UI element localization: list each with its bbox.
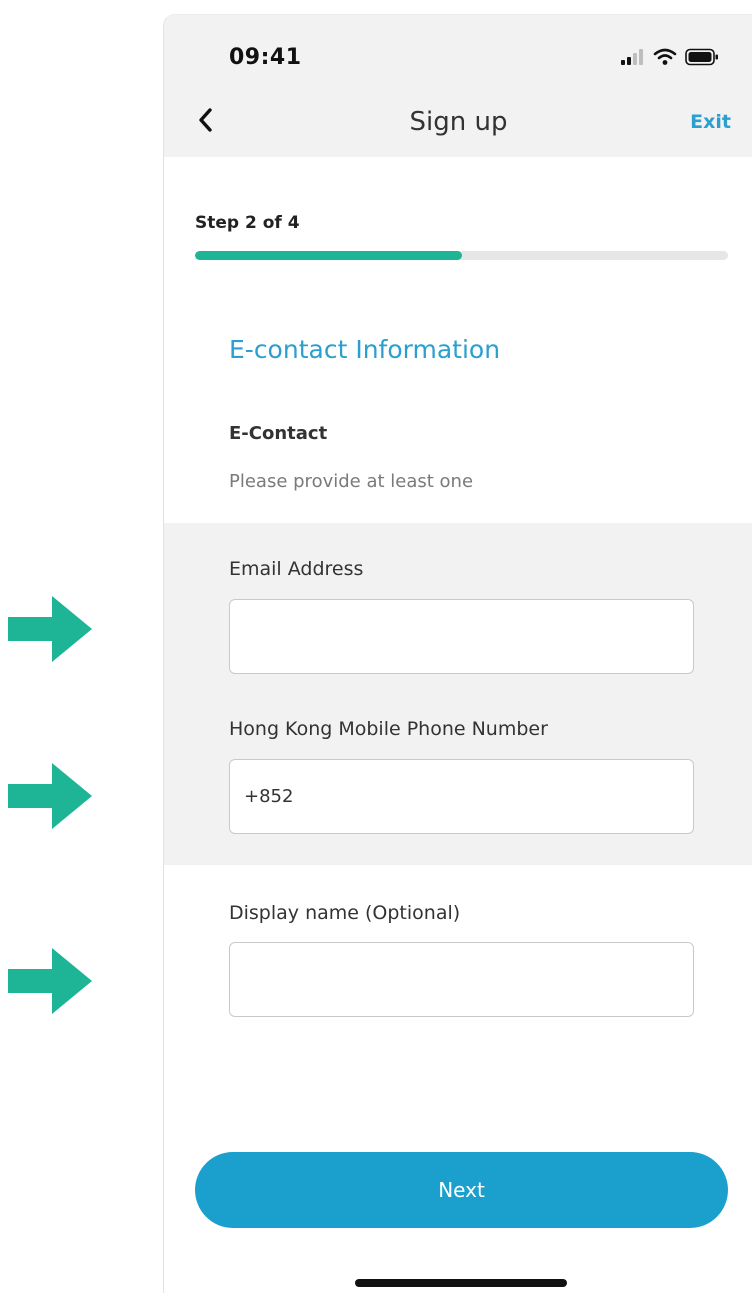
progress-bar [195, 251, 728, 260]
annotation-arrow-icon [8, 763, 92, 829]
email-field[interactable] [229, 599, 694, 674]
next-button[interactable]: Next [195, 1152, 728, 1228]
wifi-icon [653, 48, 677, 65]
annotation-arrow-icon [8, 596, 92, 662]
phone-screen: 09:41 Sign up Exit Step 2 of 4 E-contact… [163, 14, 752, 1293]
battery-icon [685, 48, 718, 66]
screenshot-stage: 09:41 Sign up Exit Step 2 of 4 E-contact… [0, 0, 752, 1293]
email-field-label: Email Address [229, 558, 364, 580]
header-area: 09:41 Sign up Exit [164, 15, 752, 157]
progress-bar-fill [195, 251, 462, 260]
cellular-signal-icon [621, 49, 643, 65]
econtact-group-label: E-Contact [229, 423, 328, 444]
step-indicator: Step 2 of 4 [195, 213, 300, 233]
annotation-arrow-icon [8, 948, 92, 1014]
helper-text: Please provide at least one [229, 471, 474, 492]
status-icons [621, 48, 719, 66]
page-title: Sign up [409, 107, 508, 137]
phone-field-label: Hong Kong Mobile Phone Number [229, 718, 548, 740]
section-title: E-contact Information [229, 335, 501, 364]
display-name-field-label: Display name (Optional) [229, 902, 461, 924]
display-name-field[interactable] [229, 942, 694, 1017]
status-time: 09:41 [229, 45, 302, 70]
home-indicator [355, 1279, 567, 1287]
exit-button[interactable]: Exit [690, 111, 731, 133]
phone-number-field[interactable] [229, 759, 694, 834]
